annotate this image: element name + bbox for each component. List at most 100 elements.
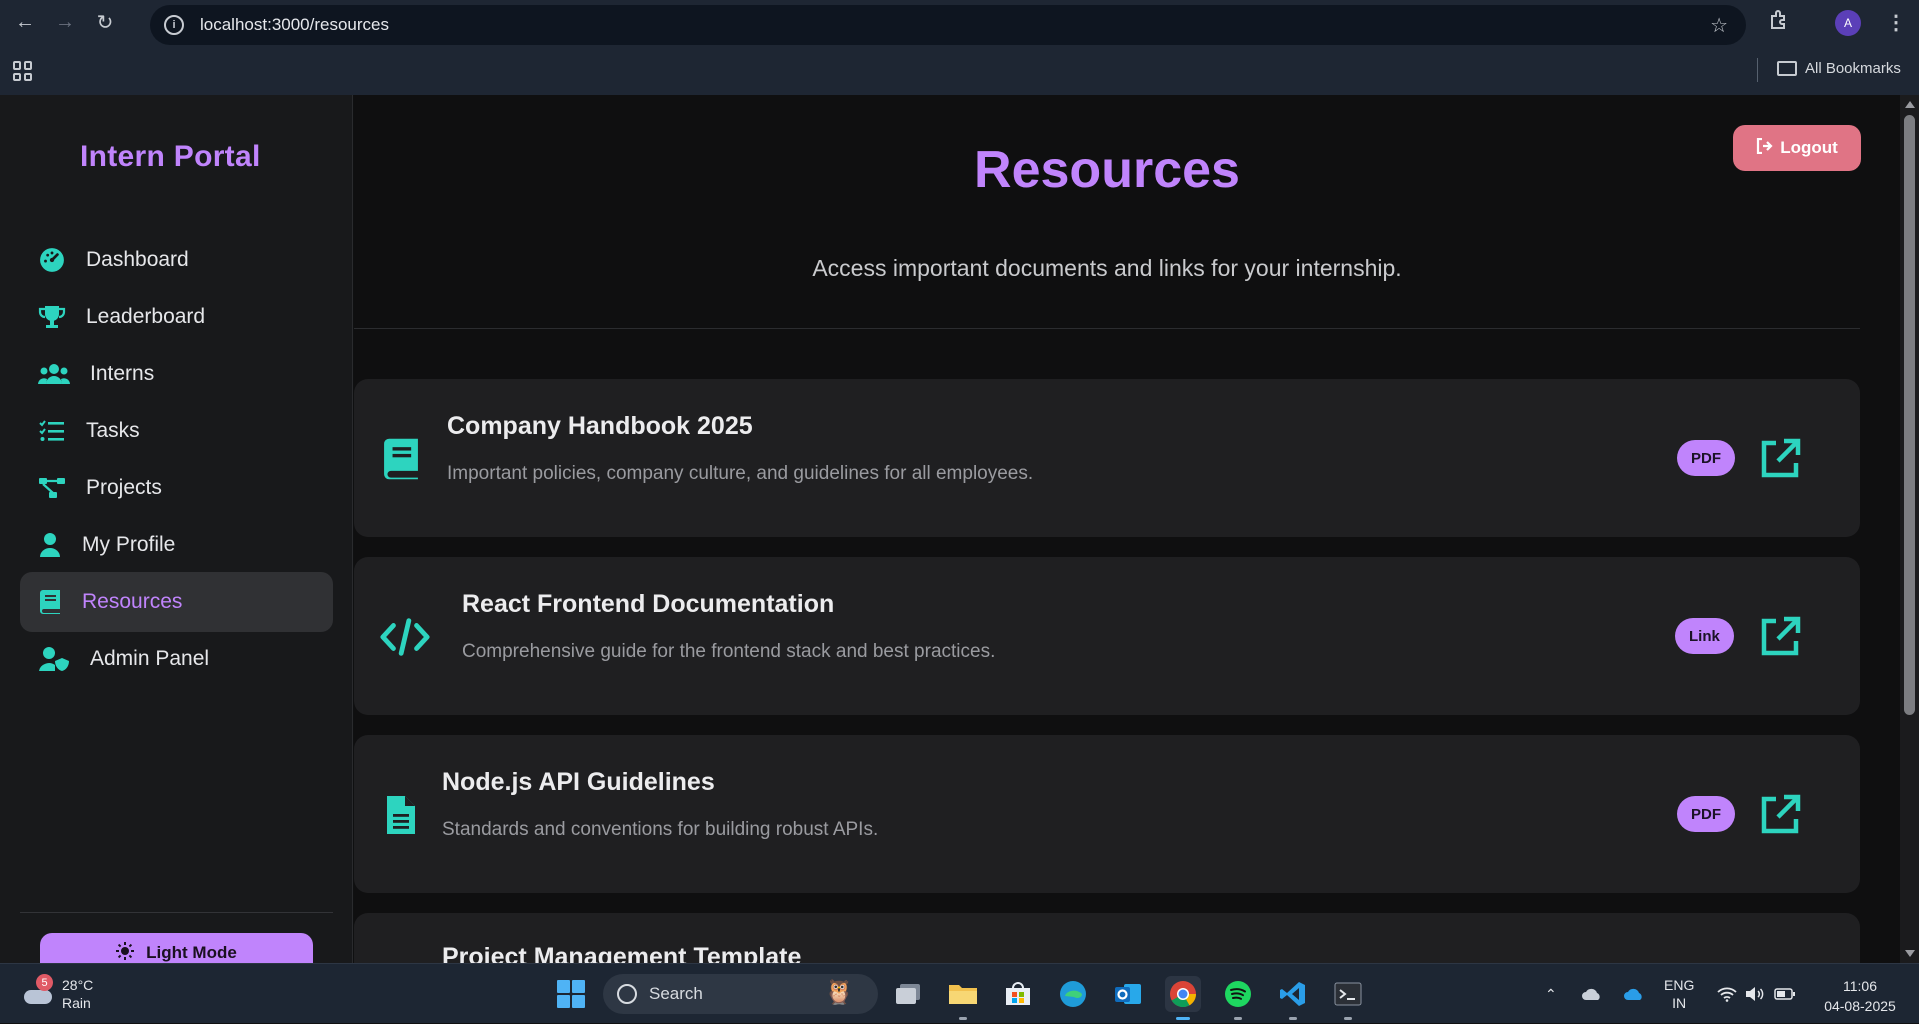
microsoft-store-icon[interactable] — [1000, 976, 1036, 1012]
user-icon — [38, 531, 62, 559]
vscode-icon[interactable] — [1275, 976, 1311, 1020]
language-indicator[interactable]: ENG IN — [1664, 964, 1694, 1024]
sidebar-item-projects[interactable]: Projects — [20, 458, 333, 518]
sidebar-item-tasks[interactable]: Tasks — [20, 401, 333, 461]
search-icon — [617, 984, 637, 1004]
outlook-icon[interactable] — [1110, 976, 1146, 1012]
chrome-icon[interactable] — [1165, 976, 1201, 1020]
show-hidden-icons-chevron-icon[interactable]: ⌃ — [1545, 964, 1557, 1024]
sidebar-item-resources[interactable]: Resources — [20, 572, 333, 632]
edge-browser-icon[interactable] — [1055, 976, 1091, 1012]
resource-type-badge: PDF — [1677, 796, 1735, 832]
resource-card: Company Handbook 2025 Important policies… — [354, 379, 1860, 537]
file-explorer-icon[interactable] — [945, 976, 981, 1020]
taskbar-search-placeholder: Search — [649, 984, 703, 1003]
scroll-down-arrow-icon[interactable] — [1905, 950, 1915, 957]
sidebar-item-interns[interactable]: Interns — [20, 344, 333, 404]
resource-type-badge: Link — [1675, 618, 1734, 654]
bookmarks-bar: All Bookmarks — [0, 52, 1919, 88]
page-subtitle: Access important documents and links for… — [812, 255, 1402, 281]
windows-start-icon[interactable] — [557, 980, 585, 1008]
page-title: Resources — [974, 141, 1240, 199]
dashboard-gauge-icon — [38, 246, 66, 274]
resource-card: Node.js API Guidelines Standards and con… — [354, 735, 1860, 893]
user-shield-icon — [38, 645, 70, 673]
resource-title: Node.js API Guidelines — [442, 768, 715, 796]
onedrive-cloud-icon[interactable] — [1622, 964, 1646, 1024]
taskbar-search[interactable]: Search 🦉 — [603, 974, 878, 1014]
users-icon — [38, 360, 70, 388]
resource-title: React Frontend Documentation — [462, 590, 835, 618]
language-line-1: ENG — [1664, 977, 1695, 993]
weather-temperature: 28°C — [62, 977, 94, 993]
project-diagram-icon — [38, 474, 66, 502]
system-clock[interactable]: 11:06 04-08-2025 — [1810, 976, 1910, 1016]
sidebar-item-my-profile[interactable]: My Profile — [20, 515, 333, 575]
battery-icon[interactable] — [1774, 964, 1796, 1024]
sidebar-item-label: Leaderboard — [86, 305, 206, 328]
light-mode-label: Light Mode — [146, 943, 237, 962]
sun-icon — [116, 941, 135, 965]
external-link-icon[interactable] — [1758, 793, 1802, 837]
terminal-icon[interactable] — [1330, 976, 1366, 1020]
task-view-icon[interactable] — [890, 976, 926, 1012]
resource-card: React Frontend Documentation Comprehensi… — [354, 557, 1860, 715]
sidebar-item-label: Interns — [90, 362, 155, 385]
language-line-2: IN — [1672, 995, 1687, 1011]
external-link-icon[interactable] — [1758, 437, 1802, 481]
resource-type-badge: PDF — [1677, 440, 1735, 476]
sidebar-item-label: Projects — [86, 476, 162, 499]
resource-title: Company Handbook 2025 — [447, 412, 753, 440]
clock-date: 04-08-2025 — [1824, 998, 1896, 1014]
reload-icon[interactable]: ↻ — [90, 8, 120, 38]
profile-avatar[interactable]: A — [1835, 10, 1861, 36]
weather-widget[interactable]: 5 28°C Rain — [22, 974, 94, 1012]
main-content: Logout Resources Access important docume… — [354, 95, 1900, 963]
sidebar-item-dashboard[interactable]: Dashboard — [20, 230, 333, 290]
onedrive-sync-icon[interactable] — [1580, 964, 1604, 1024]
scrollbar-thumb[interactable] — [1904, 115, 1915, 715]
page-scrollbar[interactable] — [1900, 95, 1919, 963]
clock-time: 11:06 — [1843, 978, 1877, 994]
forward-arrow-icon[interactable]: → — [50, 8, 80, 38]
book-icon — [376, 434, 426, 484]
resource-description: Important policies, company culture, and… — [447, 463, 1034, 484]
windows-taskbar: 5 28°C Rain Search 🦉 ⌃ ENG IN 11:06 04-0… — [0, 963, 1919, 1023]
sidebar-item-label: Resources — [82, 590, 183, 613]
weather-notification-badge: 5 — [36, 974, 53, 991]
all-bookmarks-label: All Bookmarks — [1805, 60, 1901, 77]
address-url[interactable]: localhost:3000/resources — [200, 15, 389, 35]
extensions-puzzle-icon[interactable] — [1768, 8, 1794, 34]
wifi-icon[interactable] — [1717, 964, 1737, 1024]
task-list-icon — [38, 417, 66, 445]
sidebar-item-label: Admin Panel — [90, 647, 210, 670]
sidebar-divider — [20, 912, 333, 913]
spotify-icon[interactable] — [1220, 976, 1256, 1020]
sidebar-item-label: My Profile — [82, 533, 176, 556]
sidebar: Intern Portal Dashboard Leaderboard Inte… — [0, 95, 353, 973]
scroll-up-arrow-icon[interactable] — [1905, 101, 1915, 108]
resource-description: Comprehensive guide for the frontend sta… — [462, 641, 996, 662]
header-divider — [354, 328, 1860, 329]
folder-icon — [1777, 61, 1797, 76]
bookmark-star-icon[interactable]: ☆ — [1710, 13, 1728, 38]
resource-title: Project Management Template — [442, 943, 802, 963]
external-link-icon[interactable] — [1758, 615, 1802, 659]
sidebar-item-leaderboard[interactable]: Leaderboard — [20, 287, 333, 347]
all-bookmarks-button[interactable]: All Bookmarks — [1777, 60, 1901, 77]
sidebar-item-label: Dashboard — [86, 248, 189, 271]
book-icon — [38, 588, 62, 616]
sidebar-item-label: Tasks — [86, 419, 140, 442]
brand-title[interactable]: Intern Portal — [80, 140, 261, 174]
site-info-icon[interactable]: i — [164, 15, 184, 35]
resource-description: Standards and conventions for building r… — [442, 819, 879, 840]
bookmarks-divider — [1757, 58, 1758, 82]
code-icon — [380, 612, 430, 662]
back-arrow-icon[interactable]: ← — [10, 8, 40, 38]
sidebar-item-admin-panel[interactable]: Admin Panel — [20, 629, 333, 689]
apps-grid-icon[interactable] — [13, 61, 33, 81]
file-text-icon — [376, 790, 426, 840]
more-menu-icon[interactable]: ⋮ — [1886, 10, 1906, 35]
address-bar[interactable]: i localhost:3000/resources ☆ — [150, 5, 1746, 45]
volume-icon[interactable] — [1745, 964, 1765, 1024]
